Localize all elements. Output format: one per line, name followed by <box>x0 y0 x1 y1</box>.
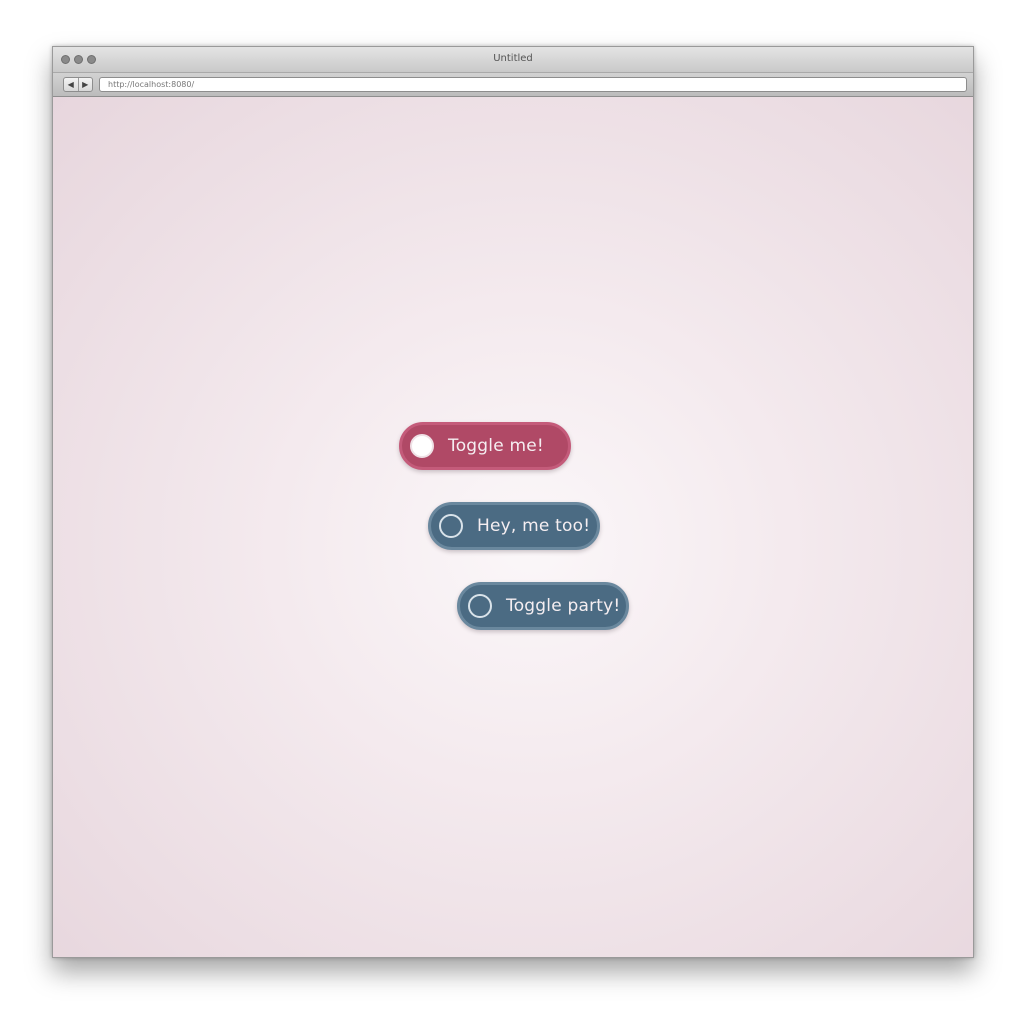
address-bar[interactable]: http://localhost:8080/ <box>99 77 967 92</box>
toggle-button-2[interactable]: Hey, me too! <box>428 502 600 550</box>
back-button[interactable]: ◀ <box>64 78 78 91</box>
toggle-button-3[interactable]: Toggle party! <box>457 582 629 630</box>
circle-knob-icon <box>410 434 434 458</box>
browser-toolbar: ◀ ▶ http://localhost:8080/ <box>53 73 973 97</box>
window-title: Untitled <box>493 53 533 64</box>
circle-knob-icon <box>439 514 463 538</box>
navigation-buttons: ◀ ▶ <box>63 77 93 92</box>
title-bar[interactable]: Untitled <box>53 47 973 73</box>
browser-window: Untitled ◀ ▶ http://localhost:8080/ Togg… <box>52 46 974 958</box>
forward-button[interactable]: ▶ <box>77 78 93 91</box>
toggle-label: Hey, me too! <box>477 516 591 536</box>
page-content: Toggle me! Hey, me too! Toggle party! <box>53 97 973 957</box>
toggle-button-1[interactable]: Toggle me! <box>399 422 571 470</box>
circle-knob-icon <box>468 594 492 618</box>
toggle-label: Toggle party! <box>506 596 621 616</box>
toggle-label: Toggle me! <box>448 436 544 456</box>
